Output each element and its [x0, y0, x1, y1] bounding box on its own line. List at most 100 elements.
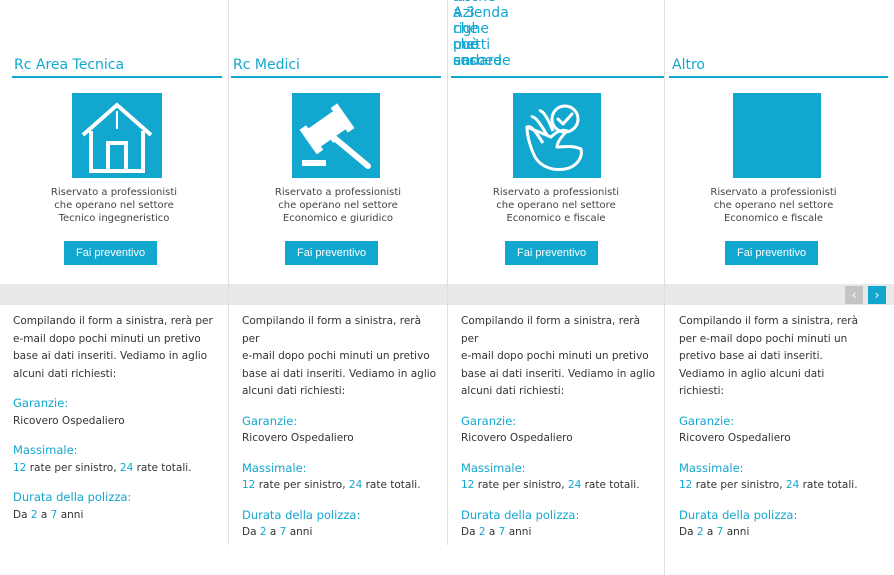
description-line: che operano nel settore: [496, 200, 616, 211]
product-column-altro: Altro Riservato a professionisti che ope…: [665, 0, 894, 575]
fai-preventivo-button[interactable]: Fai preventivo: [285, 241, 379, 265]
durata-text: Da: [461, 526, 479, 538]
durata-value: Da 2 a 7 anni: [242, 524, 441, 542]
durata-label: Durata della polizza:: [13, 490, 132, 504]
massimale-text: rate per sinistro,: [255, 479, 349, 491]
massimale-label: Massimale:: [242, 460, 307, 475]
intro-line: alcuni dati richiesti:: [461, 385, 565, 397]
massimale-text: rate totali.: [133, 461, 192, 474]
gavel-icon: [292, 93, 380, 178]
description-line: Tecnico ingegneristico: [58, 213, 170, 224]
intro-line: alcuni dati richiesti:: [242, 385, 346, 397]
column-description: Riservato a professionisti che operano n…: [665, 186, 882, 225]
durata-text: a: [37, 508, 51, 521]
garanzie-label: Garanzie:: [13, 396, 69, 410]
massimale-text: rate totali.: [362, 479, 421, 491]
rate-per-sinistro: 12: [13, 461, 27, 474]
title-underline: [12, 76, 222, 78]
intro-line: e-mail dopo pochi minuti un pretivo: [242, 350, 430, 362]
intro-line: base ai dati inseriti. Vediamo in aglio: [461, 367, 656, 380]
column-title: Rc Area Tecnica: [14, 0, 214, 77]
durata-min: 2: [696, 526, 704, 538]
massimale-text: rate totali.: [799, 479, 858, 491]
durata-text: Da: [679, 526, 697, 538]
rate-totali: 24: [567, 479, 582, 491]
durata-text: anni: [505, 526, 532, 538]
intro-line: alcuni dati richiesti:: [13, 367, 117, 380]
durata-text: a: [485, 526, 499, 538]
product-column-medici: Rc Medici Riservato a professionisti che…: [229, 0, 447, 575]
garanzie-label: Garanzie:: [242, 413, 298, 428]
description-line: Economico e giuridico: [282, 213, 394, 224]
column-details: Compilando il form a sinistra, rerà per …: [461, 313, 658, 542]
massimale-label: Massimale:: [13, 443, 78, 457]
fai-preventivo-button[interactable]: Fai preventivo: [505, 241, 599, 265]
massimale-label: Massimale:: [461, 460, 526, 475]
column-details: Compilando il form a sinistra, rerà per …: [13, 313, 222, 524]
description-line: Economico e fiscale: [723, 213, 824, 224]
product-column-area-tecnica: Rc Area Tecnica Riservato a professionis…: [0, 0, 228, 575]
description-line: che operano nel settore: [713, 200, 834, 211]
description-line: Riservato a professionisti: [50, 187, 178, 198]
divider-band: [448, 284, 664, 305]
intro-line: Compilando il form a sinistra, rerà per: [13, 315, 213, 327]
intro-line: Compilando il form a sinistra, rerà: [679, 315, 859, 327]
description-line: Economico e fiscale: [506, 213, 606, 224]
divider-band: [0, 284, 228, 305]
intro-line: pretivo base ai dati inseriti.: [679, 350, 823, 362]
garanzie-value: Ricovero Ospedaliero: [461, 432, 573, 444]
massimale-text: rate per sinistro,: [26, 461, 120, 474]
durata-label: Durata della polizza:: [242, 507, 361, 522]
durata-value: Da 2 a 7 anni: [13, 507, 222, 525]
rate-per-sinistro: 12: [242, 479, 256, 491]
divider-band: [229, 284, 447, 305]
chevron-left-icon[interactable]: ‹: [845, 286, 863, 304]
column-title-text: Altro: [672, 57, 705, 73]
durata-text: Da: [242, 526, 260, 538]
description-line: Riservato a professionisti: [492, 187, 620, 198]
title-line: che succede: [453, 37, 511, 69]
durata-label: Durata della polizza:: [679, 507, 798, 522]
hand-check-icon: [513, 93, 601, 178]
rate-per-sinistro: 12: [679, 479, 693, 491]
carousel-nav: ‹ ›: [845, 286, 886, 304]
intro-line: e-mail dopo pochi minuti un pretivo: [13, 332, 201, 345]
durata-text: a: [703, 526, 717, 538]
fai-preventivo-button[interactable]: Fai preventivo: [725, 241, 819, 265]
durata-value: Da 2 a 7 anni: [679, 524, 886, 542]
description-line: che operano nel settore: [54, 200, 174, 211]
column-title: Rc Azienda che può andare anche a 3 righ…: [453, 0, 658, 77]
title-underline: [669, 76, 888, 78]
durata-text: Da: [13, 508, 31, 521]
durata-min: 2: [30, 508, 38, 521]
column-title: Rc Medici: [233, 0, 433, 77]
massimale-value: 12 rate per sinistro, 24 rate totali.: [13, 460, 222, 478]
rate-totali: 24: [785, 479, 800, 491]
column-description: Riservato a professionisti che operano n…: [448, 186, 664, 225]
rate-totali: 24: [119, 461, 134, 474]
house-icon: [72, 93, 162, 178]
column-details: Compilando il form a sinistra, rerà per …: [242, 313, 441, 542]
description-line: Riservato a professionisti: [710, 187, 837, 198]
durata-min: 2: [478, 526, 486, 538]
column-title-text: Rc Medici: [233, 57, 300, 73]
description-line: Riservato a professionisti: [274, 187, 402, 198]
description-line: che operano nel settore: [278, 200, 398, 211]
column-details: Compilando il form a sinistra, rerà per …: [679, 313, 886, 542]
rate-per-sinistro: 12: [461, 479, 475, 491]
durata-min: 2: [259, 526, 267, 538]
title-underline: [231, 76, 441, 78]
garanzie-label: Garanzie:: [679, 413, 735, 428]
massimale-text: rate totali.: [581, 479, 640, 491]
chevron-right-icon[interactable]: ›: [868, 286, 886, 304]
intro-line: richiesti:: [679, 385, 725, 397]
durata-label: Durata della polizza:: [461, 507, 580, 522]
intro-line: Compilando il form a sinistra, rerà per: [461, 315, 641, 345]
massimale-value: 12 rate per sinistro, 24 rate totali.: [242, 477, 441, 495]
fai-preventivo-button[interactable]: Fai preventivo: [64, 241, 158, 265]
garanzie-label: Garanzie:: [461, 413, 517, 428]
intro-line: e-mail dopo pochi minuti un pretivo: [461, 350, 649, 362]
intro-line: base ai dati inseriti. Vediamo in aglio: [242, 367, 437, 380]
durata-text: anni: [723, 526, 750, 538]
garanzie-value: Ricovero Ospedaliero: [242, 432, 354, 444]
